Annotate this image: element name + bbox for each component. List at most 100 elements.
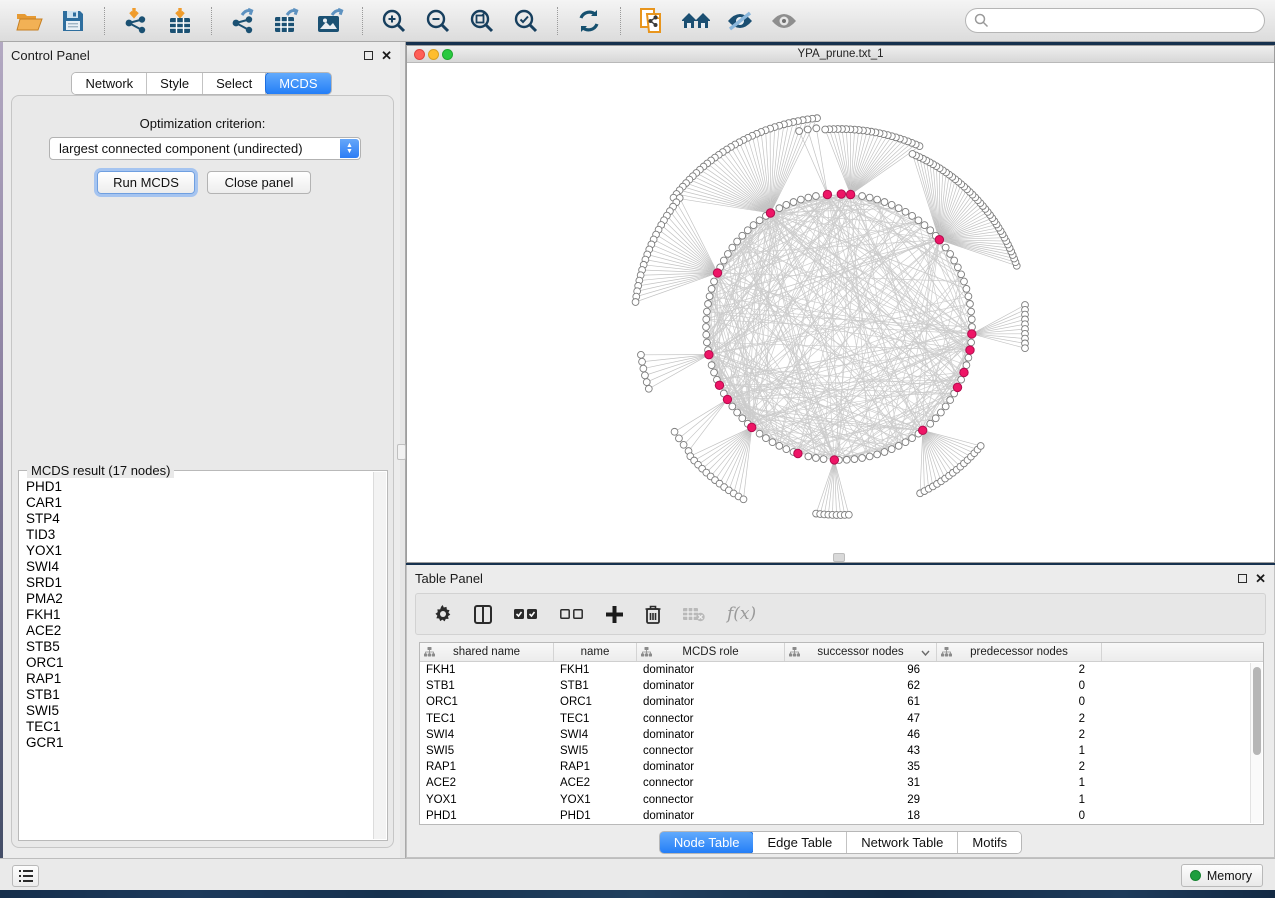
network-edge[interactable]: [647, 355, 709, 382]
network-node[interactable]: [645, 385, 652, 392]
network-node[interactable]: [703, 316, 710, 323]
network-node[interactable]: [805, 194, 812, 201]
network-node[interactable]: [638, 351, 645, 358]
network-node[interactable]: [703, 308, 710, 315]
close-panel-button[interactable]: Close panel: [207, 171, 311, 194]
network-canvas[interactable]: [407, 63, 1274, 562]
import-network-icon[interactable]: [117, 4, 155, 38]
save-icon[interactable]: [54, 4, 92, 38]
select-all-icon[interactable]: [514, 609, 538, 620]
network-node[interactable]: [961, 278, 968, 285]
mcds-result-item[interactable]: FKH1: [20, 607, 373, 623]
network-node[interactable]: [866, 453, 873, 460]
network-node[interactable]: [902, 208, 909, 215]
result-list-scrollbar[interactable]: [373, 472, 386, 839]
network-node[interactable]: [958, 271, 965, 278]
network-node[interactable]: [711, 278, 718, 285]
network-node[interactable]: [744, 227, 751, 234]
network-node[interactable]: [927, 420, 934, 427]
table-row[interactable]: ORC1ORC1dominator610: [420, 694, 1250, 710]
network-node[interactable]: [965, 354, 972, 361]
network-dominator-node[interactable]: [830, 456, 838, 464]
export-table-icon[interactable]: [268, 4, 306, 38]
network-node[interactable]: [947, 251, 954, 258]
network-dominator-node[interactable]: [748, 423, 756, 431]
run-mcds-button[interactable]: Run MCDS: [97, 171, 195, 194]
network-node[interactable]: [963, 285, 970, 292]
network-node[interactable]: [954, 264, 961, 271]
network-dominator-node[interactable]: [918, 426, 926, 434]
network-node[interactable]: [750, 222, 757, 229]
network-node[interactable]: [909, 151, 916, 158]
network-edge[interactable]: [708, 220, 918, 304]
network-node[interactable]: [859, 455, 866, 462]
network-node[interactable]: [921, 222, 928, 229]
network-edge[interactable]: [851, 140, 904, 195]
column-header-predecessor-nodes[interactable]: predecessor nodes: [937, 643, 1102, 661]
mcds-result-item[interactable]: TID3: [20, 527, 373, 543]
tab-node-table[interactable]: Node Table: [659, 831, 755, 854]
network-node[interactable]: [888, 446, 895, 453]
horizontal-splitter-handle[interactable]: [833, 553, 845, 562]
mcds-result-item[interactable]: SRD1: [20, 575, 373, 591]
mcds-result-item[interactable]: RAP1: [20, 671, 373, 687]
network-node[interactable]: [739, 232, 746, 239]
mcds-result-item[interactable]: STP4: [20, 511, 373, 527]
table-row[interactable]: TEC1TEC1connector472: [420, 711, 1250, 727]
network-node[interactable]: [942, 403, 949, 410]
network-node[interactable]: [967, 301, 974, 308]
network-node[interactable]: [756, 430, 763, 437]
network-node[interactable]: [639, 358, 646, 365]
deselect-all-icon[interactable]: [560, 609, 584, 620]
network-edge[interactable]: [923, 430, 981, 446]
vertical-splitter-handle[interactable]: [397, 444, 406, 460]
first-neighbors-icon[interactable]: [677, 4, 715, 38]
network-dominator-node[interactable]: [766, 209, 774, 217]
mcds-result-item[interactable]: TEC1: [20, 719, 373, 735]
network-node[interactable]: [843, 456, 850, 463]
network-node[interactable]: [804, 126, 811, 133]
network-edge[interactable]: [920, 430, 923, 493]
zoom-out-icon[interactable]: [419, 4, 457, 38]
network-node[interactable]: [977, 443, 984, 450]
table-row[interactable]: PHD1PHD1dominator180: [420, 808, 1250, 824]
tab-network[interactable]: Network: [72, 73, 147, 94]
search-input[interactable]: [965, 8, 1265, 33]
network-view-titlebar[interactable]: YPA_prune.txt_1: [407, 46, 1274, 63]
network-node[interactable]: [676, 435, 683, 442]
mcds-result-item[interactable]: SWI5: [20, 703, 373, 719]
network-node[interactable]: [888, 201, 895, 208]
float-panel-icon[interactable]: [1238, 574, 1247, 583]
network-node[interactable]: [703, 331, 710, 338]
network-node[interactable]: [813, 125, 820, 132]
network-node[interactable]: [720, 257, 727, 264]
close-panel-icon[interactable]: ✕: [381, 49, 392, 62]
mcds-result-item[interactable]: PMA2: [20, 591, 373, 607]
network-node[interactable]: [942, 244, 949, 251]
network-node[interactable]: [783, 201, 790, 208]
network-node[interactable]: [859, 193, 866, 200]
mcds-result-item[interactable]: PHD1: [20, 479, 373, 495]
network-node[interactable]: [797, 196, 804, 203]
network-node[interactable]: [813, 193, 820, 200]
memory-button[interactable]: Memory: [1181, 864, 1263, 887]
network-node[interactable]: [680, 441, 687, 448]
network-edge[interactable]: [808, 129, 828, 194]
import-table-icon[interactable]: [161, 4, 199, 38]
network-edge[interactable]: [770, 213, 924, 225]
network-node[interactable]: [796, 128, 803, 135]
delete-column-icon[interactable]: [645, 605, 661, 624]
network-node[interactable]: [711, 369, 718, 376]
network-node[interactable]: [820, 456, 827, 463]
tab-mcds[interactable]: MCDS: [265, 72, 331, 95]
network-node[interactable]: [763, 435, 770, 442]
network-node[interactable]: [968, 308, 975, 315]
tab-motifs[interactable]: Motifs: [958, 832, 1021, 853]
network-edge[interactable]: [820, 460, 834, 514]
mcds-result-item[interactable]: GCR1: [20, 735, 373, 751]
network-dominator-node[interactable]: [713, 269, 721, 277]
zoom-in-icon[interactable]: [375, 4, 413, 38]
network-node[interactable]: [874, 196, 881, 203]
network-edge[interactable]: [972, 315, 1025, 334]
network-node[interactable]: [932, 415, 939, 422]
